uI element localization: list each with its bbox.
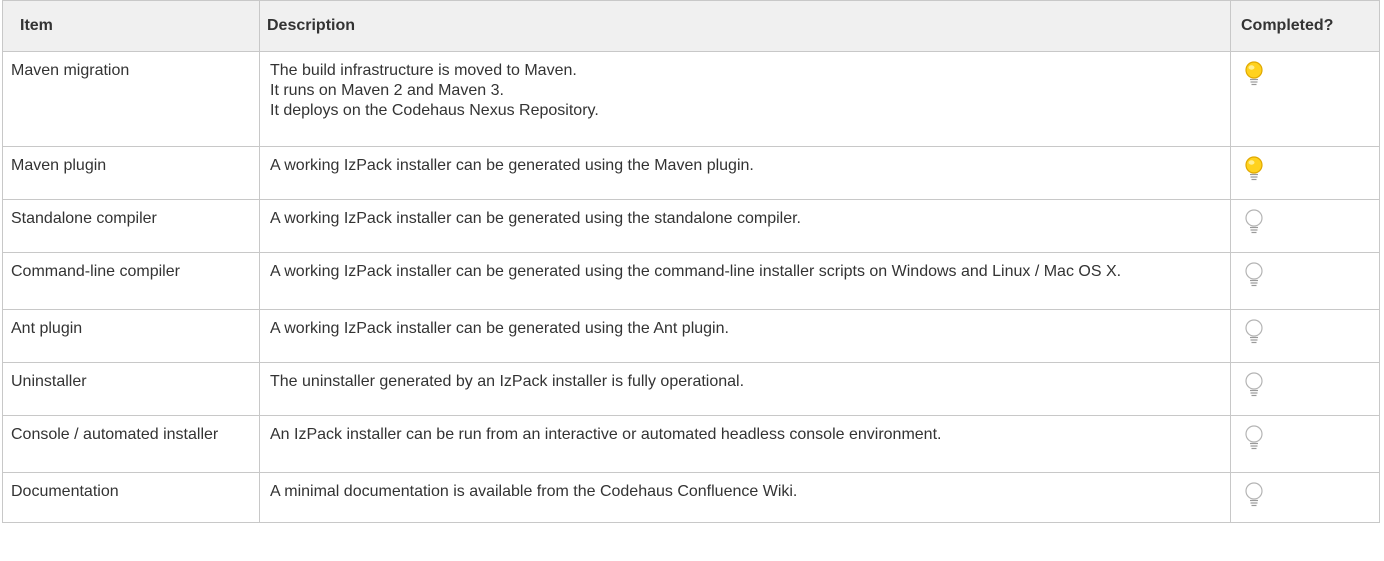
lightbulb-off-icon	[1241, 260, 1267, 290]
description-line: A working IzPack installer can be genera…	[270, 210, 801, 227]
description-cell: A working IzPack installer can be genera…	[259, 252, 1231, 310]
completed-cell	[1230, 199, 1380, 253]
item-cell: Command-line compiler	[2, 252, 260, 310]
item-cell: Standalone compiler	[2, 199, 260, 253]
description-line: A working IzPack installer can be genera…	[270, 263, 1122, 280]
item-cell: Uninstaller	[2, 362, 260, 416]
lightbulb-off-icon	[1241, 480, 1267, 510]
lightbulb-on-icon	[1241, 59, 1267, 89]
description-cell: The build infrastructure is moved to Mav…	[259, 51, 1231, 147]
table-row: Uninstaller The uninstaller generated by …	[2, 362, 1380, 416]
table-row: Ant plugin A working IzPack installer can…	[2, 309, 1380, 363]
item-cell: Ant plugin	[2, 309, 260, 363]
completed-cell	[1230, 146, 1380, 200]
description-cell: An IzPack installer can be run from an i…	[259, 415, 1231, 473]
completed-cell	[1230, 415, 1380, 473]
completed-cell	[1230, 472, 1380, 523]
completed-cell	[1230, 362, 1380, 416]
description-line: It runs on Maven 2 and Maven 3.	[270, 82, 504, 99]
column-header-item: Item	[2, 0, 260, 52]
column-header-completed: Completed?	[1230, 0, 1380, 52]
description-line: A working IzPack installer can be genera…	[270, 320, 729, 337]
table-row: Documentation A minimal documentation is …	[2, 472, 1380, 523]
milestone-table: Item Description Completed? Maven migrat…	[2, 0, 1380, 523]
lightbulb-off-icon	[1241, 423, 1267, 453]
description-cell: A minimal documentation is available fro…	[259, 472, 1231, 523]
item-cell: Maven plugin	[2, 146, 260, 200]
table-header-row: Item Description Completed?	[2, 0, 1380, 52]
completed-cell	[1230, 51, 1380, 147]
table-row: Maven plugin A working IzPack installer c…	[2, 146, 1380, 200]
table-row: Standalone compiler A working IzPack inst…	[2, 199, 1380, 253]
table-body: Maven migration The build infrastructure …	[2, 51, 1380, 523]
table-row: Console / automated installer An IzPack i…	[2, 415, 1380, 473]
description-line: The build infrastructure is moved to Mav…	[270, 62, 577, 79]
item-cell: Maven migration	[2, 51, 260, 147]
description-line: A working IzPack installer can be genera…	[270, 157, 754, 174]
lightbulb-on-icon	[1241, 154, 1267, 184]
lightbulb-off-icon	[1241, 317, 1267, 347]
completed-cell	[1230, 309, 1380, 363]
completed-cell	[1230, 252, 1380, 310]
description-cell: A working IzPack installer can be genera…	[259, 309, 1231, 363]
description-cell: A working IzPack installer can be genera…	[259, 199, 1231, 253]
lightbulb-off-icon	[1241, 207, 1267, 237]
description-line: It deploys on the Codehaus Nexus Reposit…	[270, 102, 599, 119]
lightbulb-off-icon	[1241, 370, 1267, 400]
description-cell: The uninstaller generated by an IzPack i…	[259, 362, 1231, 416]
description-cell: A working IzPack installer can be genera…	[259, 146, 1231, 200]
description-line: An IzPack installer can be run from an i…	[270, 426, 942, 443]
item-cell: Console / automated installer	[2, 415, 260, 473]
description-line: The uninstaller generated by an IzPack i…	[270, 373, 745, 390]
description-line: A minimal documentation is available fro…	[270, 483, 798, 500]
column-header-description: Description	[259, 0, 1231, 52]
table-row: Command-line compiler A working IzPack in…	[2, 252, 1380, 310]
table-row: Maven migration The build infrastructure …	[2, 51, 1380, 147]
item-cell: Documentation	[2, 472, 260, 523]
